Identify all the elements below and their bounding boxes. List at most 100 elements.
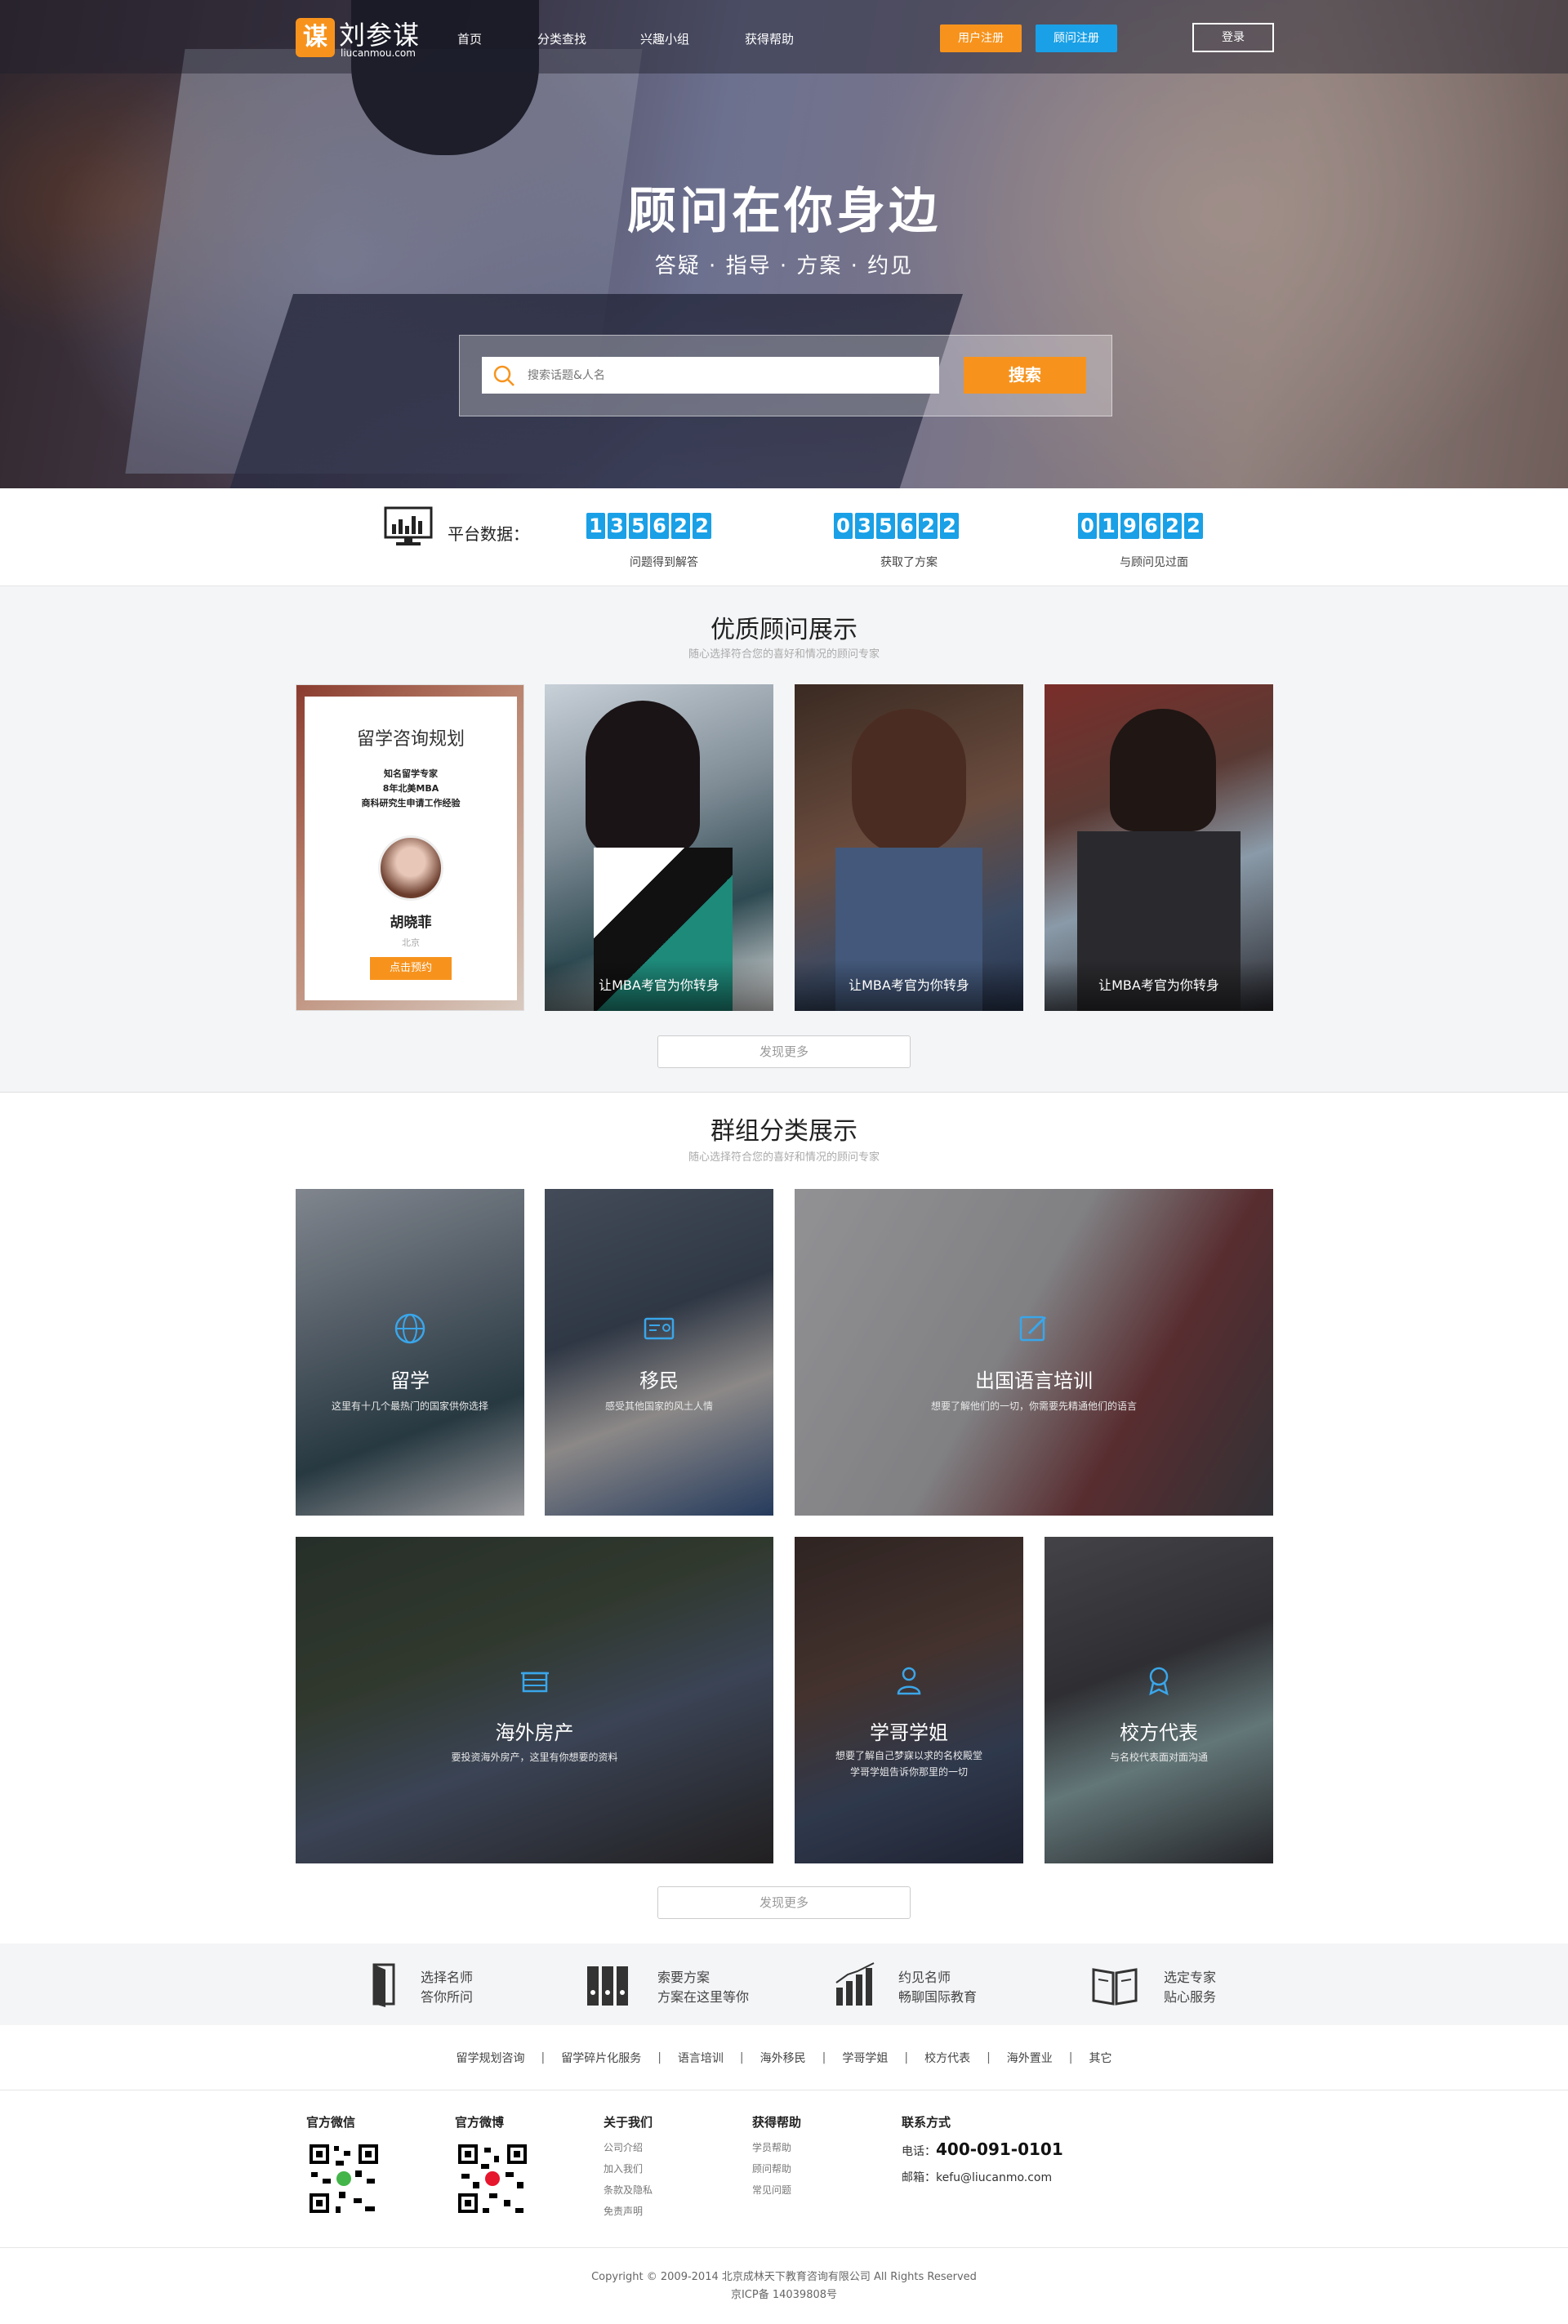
tile-title: 移民 (639, 1369, 679, 1392)
advisor-register-button[interactable]: 顾问注册 (1036, 24, 1117, 52)
footer-link[interactable]: 加入我们 (604, 2161, 643, 2175)
contact-phone: 电话：400-091-0101 (902, 2139, 1063, 2159)
advisor-card-caption: 让MBA考官为你转身 (1045, 960, 1273, 1011)
digit: 2 (1163, 513, 1182, 539)
tile-desc: 与名校代表面对面沟通 (1109, 1752, 1208, 1763)
footer-link[interactable]: 学员帮助 (752, 2140, 791, 2154)
id-card-icon (644, 1317, 675, 1340)
stat-counter-2: 0 3 5 6 2 2 (834, 513, 959, 539)
tile-desc: 这里有十几个最热门的国家供你选择 (331, 1400, 488, 1412)
stats-label: 平台数据： (448, 524, 529, 544)
link-school-reps[interactable]: 校方代表 (924, 2050, 970, 2066)
discover-more-button[interactable]: 发现更多 (657, 1035, 911, 1068)
group-tile-school-reps[interactable]: 校方代表 与名校代表面对面沟通 (1045, 1537, 1273, 1863)
hero-subtitle: 答疑 · 指导 · 方案 · 约见 (654, 254, 914, 278)
nav-home[interactable]: 首页 (457, 30, 482, 47)
advisor-city: 北京 (402, 937, 420, 948)
group-tile-study-abroad[interactable]: 留学 这里有十几个最热门的国家供你选择 (296, 1189, 524, 1516)
digit: 3 (608, 513, 626, 539)
advisor-card[interactable]: 让MBA考官为你转身 (545, 684, 773, 1011)
weibo-qr-icon (455, 2141, 530, 2216)
portrait-shape (586, 701, 700, 856)
search-button[interactable]: 搜索 (964, 357, 1086, 394)
nav-help[interactable]: 获得帮助 (745, 30, 794, 47)
digit: 0 (1078, 513, 1097, 539)
advisor-name: 胡晓菲 (390, 915, 432, 931)
advisor-card[interactable]: 让MBA考官为你转身 (1045, 684, 1273, 1011)
nav-category[interactable]: 分类查找 (537, 30, 586, 47)
contact-email[interactable]: 邮箱：kefu@liucanmo.com (902, 2169, 1052, 2185)
footer-divider (0, 2247, 1568, 2248)
link-language[interactable]: 语言培训 (678, 2050, 724, 2066)
door-icon (372, 1963, 395, 2007)
digit: 2 (693, 513, 711, 539)
advisors-title: 优质顾问展示 (710, 616, 858, 644)
footer-contact-title: 联系方式 (902, 2115, 951, 2130)
tile-desc: 想要了解他们的一切，你需要先精通他们的语言 (930, 1400, 1137, 1412)
book-button[interactable]: 点击预约 (370, 957, 452, 980)
tile-title: 出国语言培训 (975, 1369, 1093, 1392)
advisor-card[interactable]: 让MBA考官为你转身 (795, 684, 1023, 1011)
advisor-info-card[interactable]: 留学咨询规划 知名留学专家 8年北美MBA 商科研究生申请工作经验 胡晓菲 北京… (296, 684, 524, 1011)
digit: 1 (1099, 513, 1118, 539)
digit: 2 (919, 513, 938, 539)
chart-icon (835, 1962, 875, 2006)
groups-subtitle: 随心选择符合您的喜好和情况的顾问专家 (688, 1151, 880, 1164)
search-icon (493, 365, 514, 386)
tile-desc: 感受其他国家的风土人情 (604, 1400, 713, 1412)
separator: | (904, 2050, 909, 2064)
logo-url: liucanmou.com (341, 47, 416, 59)
digit: 1 (586, 513, 605, 539)
link-study-planning[interactable]: 留学规划咨询 (456, 2050, 524, 2066)
advisor-bio-line: 8年北美MBA (382, 783, 439, 794)
logo-icon[interactable]: 谋 (296, 18, 335, 57)
tile-overlay (1045, 1537, 1273, 1863)
footer-link[interactable]: 常见问题 (752, 2183, 791, 2197)
monitor-chart-icon (384, 506, 433, 545)
hero-title: 顾问在你身边 (627, 183, 941, 240)
phone-number[interactable]: 400-091-0101 (936, 2139, 1063, 2159)
discover-more-button[interactable]: 发现更多 (657, 1886, 911, 1919)
login-button[interactable]: 登录 (1192, 23, 1274, 52)
footer-link[interactable]: 免责声明 (604, 2204, 643, 2218)
link-immigration[interactable]: 海外移民 (760, 2050, 806, 2066)
copyright: Copyright © 2009-2014 北京成林天下教育咨询有限公司 All… (591, 2271, 977, 2283)
feature-line1: 选择名师 (421, 1970, 474, 1985)
link-other[interactable]: 其它 (1089, 2050, 1112, 2066)
digit: 6 (1142, 513, 1160, 539)
footer-link[interactable]: 顾问帮助 (752, 2161, 791, 2175)
digit: 3 (855, 513, 874, 539)
digit: 2 (1184, 513, 1203, 539)
digit: 9 (1120, 513, 1139, 539)
digit: 6 (898, 513, 916, 539)
advisors-subtitle: 随心选择符合您的喜好和情况的顾问专家 (688, 648, 880, 661)
group-tile-immigration[interactable]: 移民 感受其他国家的风土人情 (545, 1189, 773, 1516)
search-input[interactable] (482, 357, 939, 394)
link-fragment-service[interactable]: 留学碎片化服务 (561, 2050, 641, 2066)
stats-bar: 平台数据： 1 3 5 6 2 2 问题得到解答 0 3 5 6 2 2 获取了… (0, 488, 1568, 586)
group-tile-seniors[interactable]: 学哥学姐 想要了解自己梦寐以求的名校殿堂 学哥学姐告诉你那里的一切 (795, 1537, 1023, 1863)
tile-title: 校方代表 (1120, 1721, 1198, 1744)
groups-title: 群组分类展示 (710, 1117, 858, 1146)
link-seniors[interactable]: 学哥学姐 (842, 2050, 888, 2066)
digit: 5 (629, 513, 648, 539)
footer-link[interactable]: 公司介绍 (604, 2140, 643, 2154)
digit: 2 (671, 513, 690, 539)
separator: | (739, 2050, 744, 2064)
stat-counter-3: 0 1 9 6 2 2 (1078, 513, 1203, 539)
feature-line2: 答你所问 (421, 1989, 474, 2005)
tile-title: 留学 (390, 1369, 430, 1392)
nav-groups[interactable]: 兴趣小组 (640, 30, 689, 47)
badge-icon (1149, 1667, 1169, 1696)
groups-section: 群组分类展示 随心选择符合您的喜好和情况的顾问专家 留学 这里有十几个最热门的国… (0, 1093, 1568, 1942)
link-property[interactable]: 海外置业 (1007, 2050, 1053, 2066)
group-tile-overseas-property[interactable]: 海外房产 要投资海外房产，这里有你想要的资料 (296, 1537, 773, 1863)
book-icon (1092, 1968, 1138, 2006)
phone-label: 电话： (902, 2145, 936, 2158)
user-register-button[interactable]: 用户注册 (940, 24, 1022, 52)
icp-number: 京ICP备 14039808号 (730, 2289, 838, 2301)
footer-link[interactable]: 条款及隐私 (604, 2183, 653, 2197)
group-tile-language-training[interactable]: 出国语言培训 想要了解他们的一切，你需要先精通他们的语言 (795, 1189, 1273, 1516)
feature-line2: 贴心服务 (1164, 1989, 1217, 2005)
advisor-heading: 留学咨询规划 (356, 729, 465, 750)
